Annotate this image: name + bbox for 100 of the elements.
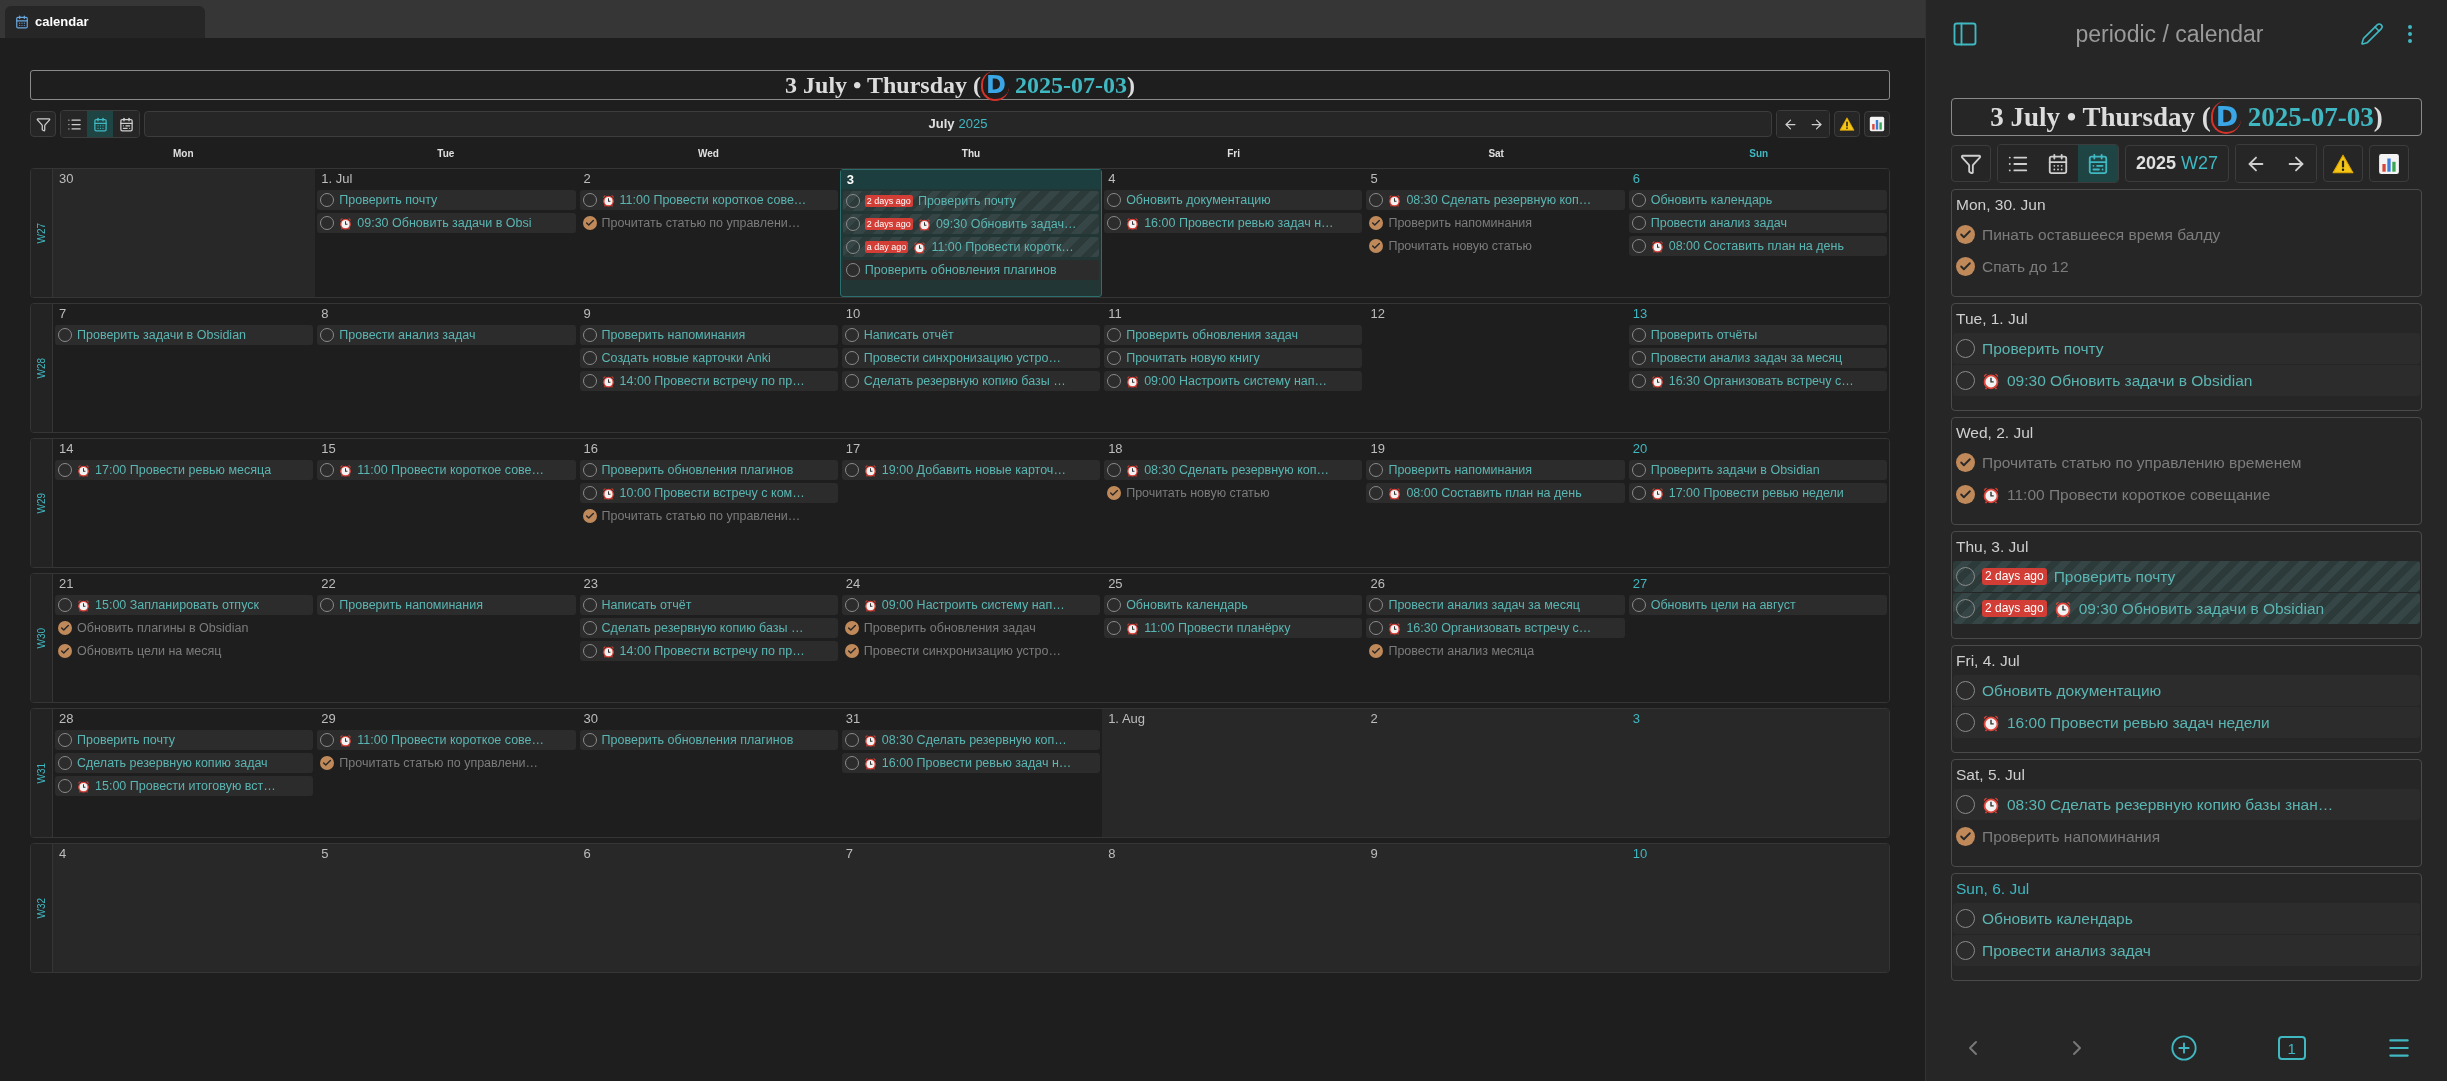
view-tab[interactable] — [61, 111, 87, 137]
next-button[interactable] — [1803, 111, 1829, 137]
statistics-button[interactable] — [1864, 111, 1890, 137]
task-item[interactable]: Создать новые карточки Anki — [579, 348, 838, 368]
day-cell[interactable]: 3 — [1626, 709, 1889, 837]
task-item[interactable]: Сделать резервную копию базы … — [841, 371, 1101, 391]
checkbox[interactable] — [1107, 486, 1122, 500]
day-cell[interactable]: 8 — [1102, 844, 1365, 972]
checkbox[interactable] — [320, 756, 335, 770]
task-item[interactable]: Провести анализ задач — [317, 325, 576, 345]
view-tab[interactable] — [113, 111, 139, 137]
task-item[interactable]: 09:30 Обновить задачи в Obsi — [317, 213, 576, 233]
task-item[interactable]: 09:30 Обновить задачи в Obsidian — [1953, 365, 2420, 397]
checkbox[interactable] — [1956, 485, 1975, 505]
day-cell[interactable]: 7 — [839, 844, 1103, 972]
checkbox[interactable] — [844, 644, 859, 658]
task-item[interactable]: Провести синхронизацию устро… — [841, 348, 1101, 368]
task-item[interactable]: Написать отчёт — [841, 325, 1101, 345]
task-item[interactable]: 14:00 Провести встречу по пр… — [579, 371, 838, 391]
checkbox[interactable] — [1956, 225, 1975, 245]
view-tab[interactable] — [87, 111, 113, 137]
day-cell[interactable]: 2 — [1364, 709, 1627, 837]
task-item[interactable]: 2 days ago 09:30 Обновить задач… — [842, 214, 1100, 234]
day-cell[interactable]: 9 — [1364, 844, 1627, 972]
task-item[interactable]: 16:00 Провести ревью задач недели — [1953, 707, 2420, 739]
task-item[interactable]: 17:00 Провести ревью недели — [1628, 483, 1887, 503]
day-cell[interactable]: 20 Проверить задачи в Obsidian 17:00 Провести ревью недели — [1626, 439, 1889, 567]
week-number[interactable]: W28 — [34, 357, 49, 379]
task-item[interactable]: Обновить документацию — [1953, 675, 2420, 707]
task-item[interactable]: 15:00 Запланировать отпуск — [55, 595, 314, 615]
task-item[interactable]: 15:00 Провести итоговую вст… — [55, 776, 314, 796]
task-item[interactable]: Провести анализ задач за месяц — [1366, 595, 1625, 615]
task-item[interactable]: Провести анализ задач — [1953, 935, 2420, 967]
checkbox[interactable] — [1369, 644, 1384, 658]
day-cell[interactable]: 5 — [315, 844, 578, 972]
sidebar-toggle-icon[interactable] — [1951, 20, 1979, 48]
task-item[interactable]: Проверить обновления плагинов — [579, 730, 838, 750]
task-item[interactable]: Написать отчёт — [579, 595, 838, 615]
task-item[interactable]: 2 days ago 09:30 Обновить задачи в Obsidian — [1953, 593, 2420, 625]
task-item[interactable]: 14:00 Провести встречу по пр… — [579, 641, 838, 661]
checkbox[interactable] — [582, 216, 597, 230]
day-heading[interactable]: Mon, 30. Jun — [1952, 190, 2421, 220]
task-item[interactable]: 17:00 Провести ревью месяца — [55, 460, 314, 480]
week-number[interactable]: W29 — [34, 492, 49, 514]
week-number[interactable]: W31 — [34, 762, 49, 784]
filter-button[interactable] — [30, 111, 56, 137]
checkbox[interactable] — [1956, 453, 1975, 473]
checkbox[interactable] — [58, 621, 72, 635]
warning-button[interactable] — [2323, 145, 2364, 182]
day-cell[interactable]: 6 — [577, 844, 840, 972]
checkbox[interactable] — [1956, 257, 1975, 277]
task-item[interactable]: 2 days ago Проверить почту — [1953, 561, 2420, 593]
task-item[interactable]: Обновить документацию — [1104, 190, 1363, 210]
task-item[interactable]: 16:30 Организовать встречу с… — [1628, 371, 1887, 391]
task-item[interactable]: 08:30 Сделать резервную коп… — [1104, 460, 1363, 480]
task-item[interactable]: Проверить отчёты — [1628, 325, 1887, 345]
checkbox[interactable] — [1369, 239, 1384, 253]
task-item[interactable]: 11:00 Провести короткое сове… — [579, 190, 838, 210]
tab-count-button[interactable]: 1 — [2277, 1036, 2306, 1060]
day-cell[interactable]: 6 Обновить календарь Провести анализ задач 08:00 Составить план на день — [1626, 169, 1889, 297]
task-item[interactable]: 19:00 Добавить новые карточ… — [841, 460, 1101, 480]
day-cell[interactable]: 3 2 days ago Проверить почту 2 days ago 09:30 Обновить задач… a day ago 11:00 Провести коротк… Проверить обновления плагинов — [839, 169, 1103, 297]
day-cell[interactable]: 10 — [1626, 844, 1889, 972]
task-item[interactable]: 10:00 Провести встречу с ком… — [579, 483, 838, 503]
day-heading[interactable]: Fri, 4. Jul — [1952, 646, 2421, 676]
checkbox[interactable] — [1369, 216, 1384, 230]
task-item[interactable]: Обновить календарь — [1628, 190, 1887, 210]
edit-icon[interactable] — [2360, 22, 2384, 46]
day-heading[interactable]: Tue, 1. Jul — [1952, 304, 2421, 334]
checkbox[interactable] — [1956, 827, 1975, 847]
task-item[interactable]: 08:00 Составить план на день — [1366, 483, 1625, 503]
week-number[interactable]: W32 — [34, 897, 49, 919]
task-item[interactable]: 08:30 Сделать резервную коп… — [1366, 190, 1625, 210]
day-cell[interactable]: 27 Обновить цели на август — [1626, 574, 1889, 702]
week-number[interactable]: W30 — [34, 627, 49, 649]
day-heading[interactable]: Thu, 3. Jul — [1952, 532, 2421, 562]
view-tab[interactable] — [2078, 145, 2118, 182]
task-item[interactable]: Обновить цели на август — [1628, 595, 1887, 615]
task-item[interactable]: Проверить напоминания — [579, 325, 838, 345]
task-item[interactable]: a day ago 11:00 Провести коротк… — [842, 237, 1100, 257]
task-item[interactable]: Проверить почту — [55, 730, 314, 750]
task-item[interactable]: Сделать резервную копию задач — [55, 753, 314, 773]
checkbox[interactable] — [844, 621, 859, 635]
day-cell[interactable]: 1. Aug — [1102, 709, 1365, 837]
task-item[interactable]: 11:00 Провести планёрку — [1104, 618, 1363, 638]
checkbox[interactable] — [58, 644, 72, 658]
task-item[interactable]: 2 days ago Проверить почту — [842, 191, 1100, 211]
task-item[interactable]: Провести анализ задач за месяц — [1628, 348, 1887, 368]
day-cell[interactable]: 30 — [53, 169, 316, 297]
day-heading[interactable]: Sat, 5. Jul — [1952, 760, 2421, 790]
task-item[interactable]: 09:00 Настроить систему нап… — [841, 595, 1101, 615]
day-heading[interactable]: Wed, 2. Jul — [1952, 418, 2421, 448]
task-item[interactable]: Проверить обновления задач — [1104, 325, 1363, 345]
task-item[interactable]: 08:30 Сделать резервную коп… — [841, 730, 1101, 750]
task-item[interactable]: Проверить задачи в Obsidian — [1628, 460, 1887, 480]
task-item[interactable]: 08:30 Сделать резервную копию базы знан… — [1953, 789, 2420, 821]
add-icon[interactable] — [2169, 1034, 2198, 1062]
task-item[interactable]: Провести анализ задач — [1628, 213, 1887, 233]
tab[interactable]: calendar — [5, 6, 205, 38]
task-item[interactable]: Проверить почту — [317, 190, 576, 210]
